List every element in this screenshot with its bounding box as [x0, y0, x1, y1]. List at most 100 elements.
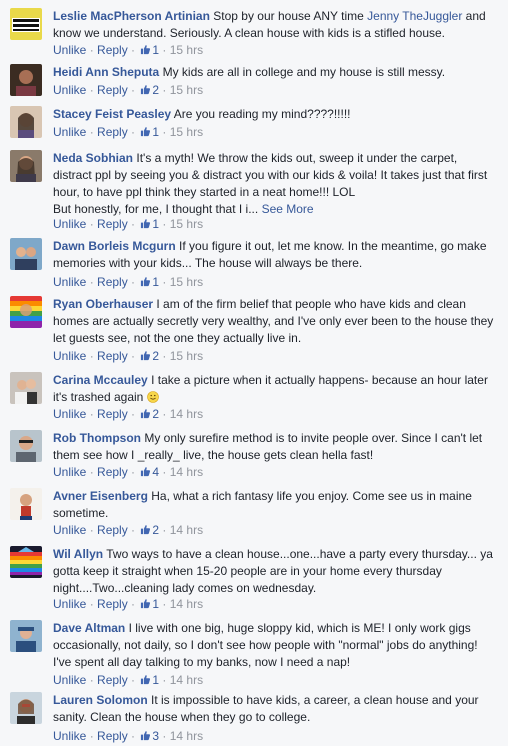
avatar[interactable]: [10, 150, 42, 182]
comment-actions: Unlike · Reply · 1 · 15 hrs: [53, 125, 204, 139]
like-icon[interactable]: [140, 466, 151, 477]
unlike-link[interactable]: Unlike: [53, 217, 86, 231]
comment-author[interactable]: Rob Thompson: [53, 431, 141, 445]
see-more-link[interactable]: See More: [262, 202, 314, 216]
reply-link[interactable]: Reply: [97, 349, 128, 363]
unlike-link[interactable]: Unlike: [53, 349, 86, 363]
timestamp[interactable]: 14 hrs: [170, 673, 203, 687]
timestamp[interactable]: 15 hrs: [170, 125, 203, 139]
mention-link[interactable]: Jenny TheJuggler: [367, 9, 462, 23]
comment-text: Dave Altman I live with one big, huge sl…: [53, 620, 495, 671]
like-icon[interactable]: [140, 44, 151, 55]
like-icon[interactable]: [140, 408, 151, 419]
reply-link[interactable]: Reply: [97, 125, 128, 139]
comment-author[interactable]: Dawn Borleis Mcgurn: [53, 239, 176, 253]
reply-link[interactable]: Reply: [97, 523, 128, 537]
like-icon[interactable]: [140, 598, 151, 609]
profile-photo: [10, 620, 42, 652]
comment-actions: Unlike · Reply · 1 · 15 hrs: [53, 43, 204, 57]
unlike-link[interactable]: Unlike: [53, 83, 86, 97]
comment-actions: Unlike · Reply · 1 · 14 hrs: [53, 597, 204, 611]
comment-actions: Unlike · Reply · 1 · 15 hrs: [53, 217, 204, 231]
timestamp[interactable]: 14 hrs: [170, 729, 203, 743]
comment-actions: Unlike · Reply · 1 · 14 hrs: [53, 673, 204, 687]
profile-photo: [10, 488, 42, 520]
profile-photo: [10, 430, 42, 462]
timestamp[interactable]: 15 hrs: [170, 217, 203, 231]
reply-link[interactable]: Reply: [97, 83, 128, 97]
timestamp[interactable]: 14 hrs: [170, 523, 203, 537]
comment-text: Avner Eisenberg Ha, what a rich fantasy …: [53, 488, 495, 522]
comment-author[interactable]: Dave Altman: [53, 621, 125, 635]
comment-author[interactable]: Avner Eisenberg: [53, 489, 148, 503]
unlike-link[interactable]: Unlike: [53, 465, 86, 479]
avatar[interactable]: [10, 430, 42, 462]
comment-actions: Unlike · Reply · 2 · 14 hrs: [53, 523, 204, 537]
like-icon[interactable]: [140, 218, 151, 229]
profile-photo: [10, 238, 42, 270]
unlike-link[interactable]: Unlike: [53, 43, 86, 57]
avatar[interactable]: [10, 106, 42, 138]
blm-avatar-image: [10, 8, 42, 40]
unlike-link[interactable]: Unlike: [53, 597, 86, 611]
like-icon[interactable]: [140, 674, 151, 685]
reply-link[interactable]: Reply: [97, 673, 128, 687]
reply-link[interactable]: Reply: [97, 597, 128, 611]
comment-text: Heidi Ann Sheputa My kids are all in col…: [53, 64, 495, 81]
unlike-link[interactable]: Unlike: [53, 275, 86, 289]
avatar[interactable]: [10, 488, 42, 520]
like-icon[interactable]: [140, 276, 151, 287]
reply-link[interactable]: Reply: [97, 275, 128, 289]
unlike-link[interactable]: Unlike: [53, 125, 86, 139]
comment-actions: Unlike · Reply · 3 · 14 hrs: [53, 729, 204, 743]
reply-link[interactable]: Reply: [97, 43, 128, 57]
avatar[interactable]: [10, 620, 42, 652]
like-icon[interactable]: [140, 350, 151, 361]
comment-author[interactable]: Carina Mccauley: [53, 373, 148, 387]
comment-author[interactable]: Lauren Solomon: [53, 693, 148, 707]
reply-link[interactable]: Reply: [97, 217, 128, 231]
like-icon[interactable]: [140, 524, 151, 535]
comment-author[interactable]: Neda Sobhian: [53, 151, 133, 165]
comment-author[interactable]: Wil Allyn: [53, 547, 103, 561]
profile-photo: [10, 150, 42, 182]
avatar[interactable]: [10, 64, 42, 96]
comment-text: Rob Thompson My only surefire method is …: [53, 430, 495, 464]
avatar[interactable]: [10, 546, 42, 578]
comment-body: Are you reading my mind????!!!!!: [173, 107, 351, 121]
reply-link[interactable]: Reply: [97, 407, 128, 421]
unlike-link[interactable]: Unlike: [53, 673, 86, 687]
timestamp[interactable]: 15 hrs: [170, 83, 203, 97]
unlike-link[interactable]: Unlike: [53, 729, 86, 743]
unlike-link[interactable]: Unlike: [53, 523, 86, 537]
avatar[interactable]: [10, 372, 42, 404]
comment-text: Wil Allyn Two ways to have a clean house…: [53, 546, 495, 597]
reply-link[interactable]: Reply: [97, 465, 128, 479]
timestamp[interactable]: 15 hrs: [170, 349, 203, 363]
comment-author[interactable]: Heidi Ann Sheputa: [53, 65, 159, 79]
timestamp[interactable]: 15 hrs: [170, 43, 203, 57]
reply-link[interactable]: Reply: [97, 729, 128, 743]
comment-actions: Unlike · Reply · 2 · 14 hrs: [53, 407, 204, 421]
comment-text: Dawn Borleis Mcgurn If you figure it out…: [53, 238, 495, 272]
timestamp[interactable]: 14 hrs: [170, 597, 203, 611]
unlike-link[interactable]: Unlike: [53, 407, 86, 421]
like-icon[interactable]: [140, 126, 151, 137]
profile-photo: [10, 372, 42, 404]
timestamp[interactable]: 14 hrs: [170, 407, 203, 421]
avatar[interactable]: [10, 238, 42, 270]
like-icon[interactable]: [140, 84, 151, 95]
avatar[interactable]: [10, 296, 42, 328]
comment-author[interactable]: Stacey Feist Peasley: [53, 107, 171, 121]
like-icon[interactable]: [140, 730, 151, 741]
comment-author[interactable]: Ryan Oberhauser: [53, 297, 153, 311]
timestamp[interactable]: 14 hrs: [170, 465, 203, 479]
comment-author[interactable]: Leslie MacPherson Artinian: [53, 9, 210, 23]
comment-body: Two ways to have a clean house...one...h…: [53, 547, 493, 595]
avatar[interactable]: [10, 8, 42, 40]
rainbow-avatar-image: [10, 296, 42, 328]
comment-body-cont: But honestly, for me, I thought that I i…: [53, 202, 259, 216]
comment-text: Neda Sobhian It's a myth! We throw the k…: [53, 150, 495, 218]
timestamp[interactable]: 15 hrs: [170, 275, 203, 289]
avatar[interactable]: [10, 692, 42, 724]
